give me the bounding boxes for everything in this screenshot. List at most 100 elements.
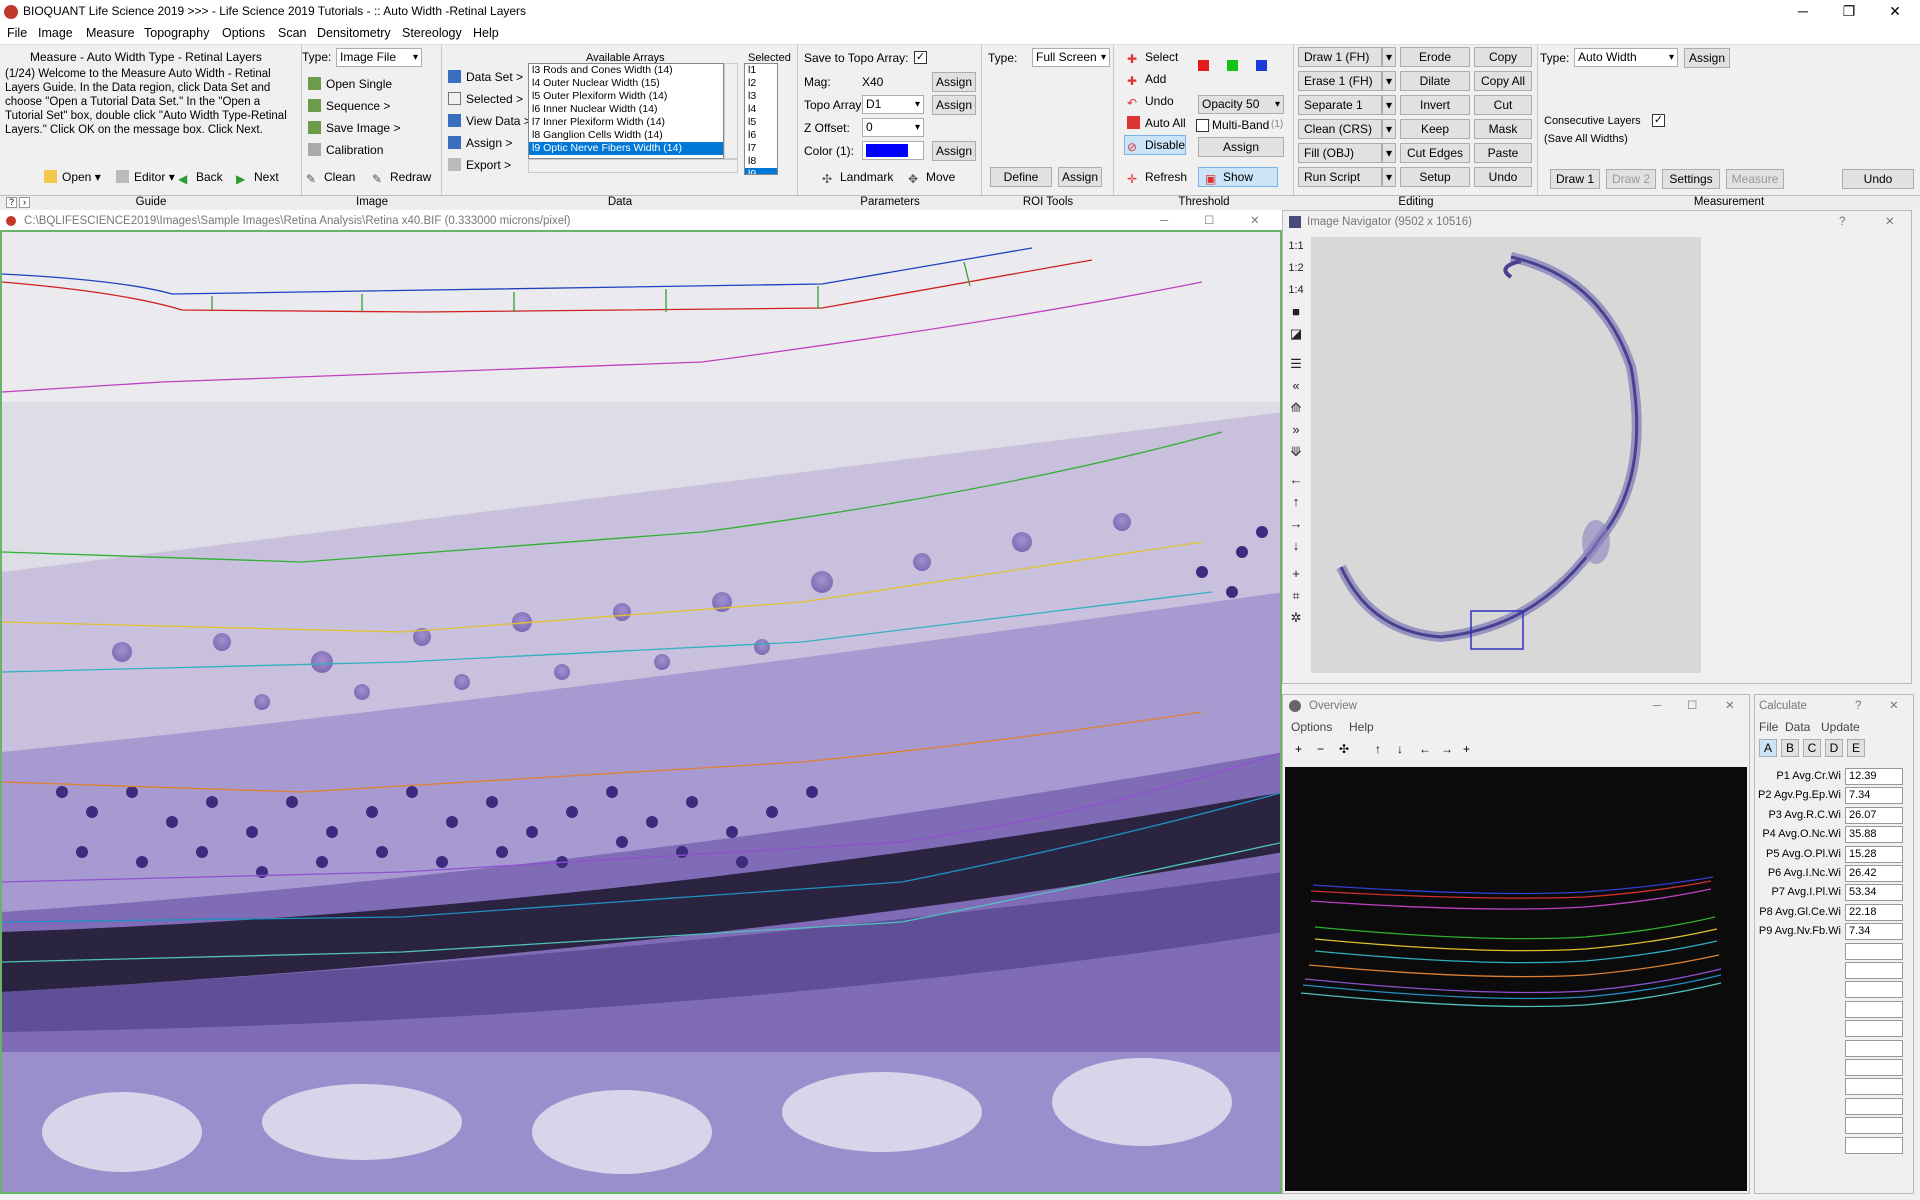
color-select[interactable] xyxy=(862,141,924,160)
selected-arrays-list[interactable]: l1 l2 l3 l4 l5 l6 l7 l8 l9 xyxy=(744,63,778,175)
pan-far-right-icon[interactable]: » xyxy=(1287,421,1305,439)
zoom-1-4-button[interactable]: 1:4 xyxy=(1287,281,1305,299)
selected-button[interactable]: Selected > xyxy=(448,91,523,107)
calc-row-value[interactable] xyxy=(1845,1039,1903,1057)
zoom-1-2-button[interactable]: 1:2 xyxy=(1287,259,1305,277)
erase1-fh-button[interactable]: Erase 1 (FH) xyxy=(1298,71,1382,91)
copy-all-button[interactable]: Copy All xyxy=(1474,71,1532,91)
save-topo-checkbox[interactable]: ✓ xyxy=(914,51,927,64)
red-channel-swatch[interactable] xyxy=(1198,60,1209,71)
calc-row-value[interactable] xyxy=(1845,1059,1903,1076)
invert-button[interactable]: Invert xyxy=(1400,95,1470,115)
crosshair-icon[interactable]: + xyxy=(1287,565,1305,583)
list-item[interactable]: l5 xyxy=(745,116,777,129)
overview-down-icon[interactable]: ↓ xyxy=(1397,741,1403,757)
fill-obj-dropdown[interactable]: ▾ xyxy=(1382,143,1396,163)
draw2-button[interactable]: Draw 2 xyxy=(1606,169,1656,189)
pan-far-left-icon[interactable]: « xyxy=(1287,377,1305,395)
thumbnail-icon[interactable]: ◪ xyxy=(1287,325,1305,343)
image-window-maximize[interactable]: ☐ xyxy=(1204,210,1214,232)
calc-row-value[interactable] xyxy=(1845,1117,1903,1135)
auto-all-button[interactable]: Auto All xyxy=(1127,115,1186,131)
mag-assign-button[interactable]: Assign xyxy=(932,72,976,92)
draw1-fh-button[interactable]: Draw 1 (FH) xyxy=(1298,47,1382,67)
refresh-button[interactable]: ✛ Refresh xyxy=(1127,169,1187,186)
measure-undo-button[interactable]: Undo xyxy=(1842,169,1914,189)
overview-canvas[interactable] xyxy=(1285,767,1747,1191)
overview-zoom-in-icon[interactable]: + xyxy=(1295,741,1302,757)
blue-channel-swatch[interactable] xyxy=(1256,60,1267,71)
overview-fit-icon[interactable]: ✣ xyxy=(1339,741,1349,757)
list-item[interactable]: l4 Outer Nuclear Width (15) xyxy=(529,77,723,90)
threshold-assign-button[interactable]: Assign xyxy=(1198,137,1284,157)
menu-scan[interactable]: Scan xyxy=(278,26,307,40)
close-button[interactable]: ✕ xyxy=(1872,0,1918,24)
calc-tab-e[interactable]: E xyxy=(1847,739,1865,757)
calc-row-value[interactable]: 26.42 xyxy=(1845,865,1903,882)
overview-up-icon[interactable]: ↑ xyxy=(1375,741,1381,757)
crop-icon[interactable]: ⌗ xyxy=(1287,587,1305,605)
calc-row-value[interactable] xyxy=(1845,962,1903,979)
calc-row-value[interactable] xyxy=(1845,1078,1903,1096)
calc-row-value[interactable]: 26.07 xyxy=(1845,806,1903,824)
list-item[interactable]: l9 xyxy=(745,168,777,174)
calc-menu-file[interactable]: File xyxy=(1759,719,1778,735)
list-item[interactable]: l3 Rods and Cones Width (14) xyxy=(529,64,723,77)
list-item[interactable]: l7 xyxy=(745,142,777,155)
redraw-button[interactable]: ✎ Redraw xyxy=(372,169,431,186)
calc-row-value[interactable]: 53.34 xyxy=(1845,884,1903,902)
list-item[interactable]: l4 xyxy=(745,103,777,116)
setup-button[interactable]: Setup xyxy=(1400,167,1470,187)
image-type-select[interactable]: Image File xyxy=(336,48,422,67)
paste-button[interactable]: Paste xyxy=(1474,143,1532,163)
image-window-minimize[interactable]: ─ xyxy=(1160,210,1168,232)
calc-row-value[interactable]: 12.39 xyxy=(1845,768,1903,785)
zoffset-input[interactable]: 0 xyxy=(862,118,924,137)
open-single-button[interactable]: Open Single xyxy=(308,76,392,92)
consecutive-layers-checkbox[interactable]: ✓ xyxy=(1652,114,1665,127)
menu-topography[interactable]: Topography xyxy=(144,26,209,40)
list-item[interactable]: l1 xyxy=(745,64,777,77)
calc-row-value[interactable]: 7.34 xyxy=(1845,923,1903,941)
cut-button[interactable]: Cut xyxy=(1474,95,1532,115)
roi-assign-button[interactable]: Assign xyxy=(1058,167,1102,187)
menu-file[interactable]: File xyxy=(7,26,27,40)
calc-row-value[interactable] xyxy=(1845,981,1903,999)
overview-maximize[interactable]: ☐ xyxy=(1687,695,1697,717)
calc-row-value[interactable]: 15.28 xyxy=(1845,845,1903,863)
mask-button[interactable]: Mask xyxy=(1474,119,1532,139)
clean-button[interactable]: ✎ Clean xyxy=(306,169,355,186)
pan-right-icon[interactable]: → xyxy=(1287,515,1305,533)
overview-right-icon[interactable]: → xyxy=(1441,741,1453,757)
calc-row-value[interactable] xyxy=(1845,942,1903,960)
zoom-1-1-button[interactable]: 1:1 xyxy=(1287,237,1305,255)
guide-open-button[interactable]: Open ▾ xyxy=(44,169,101,185)
save-image-button[interactable]: Save Image > xyxy=(308,120,400,136)
available-arrays-list[interactable]: l3 Rods and Cones Width (14) l4 Outer Nu… xyxy=(528,63,724,159)
menu-help[interactable]: Help xyxy=(473,26,499,40)
roi-type-select[interactable]: Full Screen xyxy=(1032,48,1110,67)
overview-center-icon[interactable]: + xyxy=(1463,741,1470,757)
guide-next-button[interactable]: ▶ Next xyxy=(236,169,279,186)
editing-undo-button[interactable]: Undo xyxy=(1474,167,1532,187)
fill-obj-button[interactable]: Fill (OBJ) xyxy=(1298,143,1382,163)
color-assign-button[interactable]: Assign xyxy=(932,141,976,161)
dilate-button[interactable]: Dilate xyxy=(1400,71,1470,91)
calculate-help[interactable]: ? xyxy=(1855,695,1861,717)
calculate-close[interactable]: ✕ xyxy=(1889,695,1899,717)
menu-densitometry[interactable]: Densitometry xyxy=(317,26,391,40)
threshold-undo-button[interactable]: ↶ Undo xyxy=(1127,93,1174,110)
erase1-dropdown[interactable]: ▾ xyxy=(1382,71,1396,91)
settings-button[interactable]: Settings xyxy=(1662,169,1720,189)
green-channel-swatch[interactable] xyxy=(1227,60,1238,71)
calc-row-value[interactable] xyxy=(1845,1097,1903,1115)
calc-tab-b[interactable]: B xyxy=(1781,739,1799,757)
guide-back-button[interactable]: ◀ Back xyxy=(178,169,223,186)
calibration-button[interactable]: Calibration xyxy=(308,142,383,158)
calc-menu-update[interactable]: Update xyxy=(1821,719,1860,735)
export-button[interactable]: Export > xyxy=(448,157,511,173)
list-item[interactable]: l5 Outer Plexiform Width (14) xyxy=(529,90,723,103)
navigator-help[interactable]: ? xyxy=(1839,211,1845,233)
erode-button[interactable]: Erode xyxy=(1400,47,1470,67)
list-item[interactable]: l3 xyxy=(745,90,777,103)
